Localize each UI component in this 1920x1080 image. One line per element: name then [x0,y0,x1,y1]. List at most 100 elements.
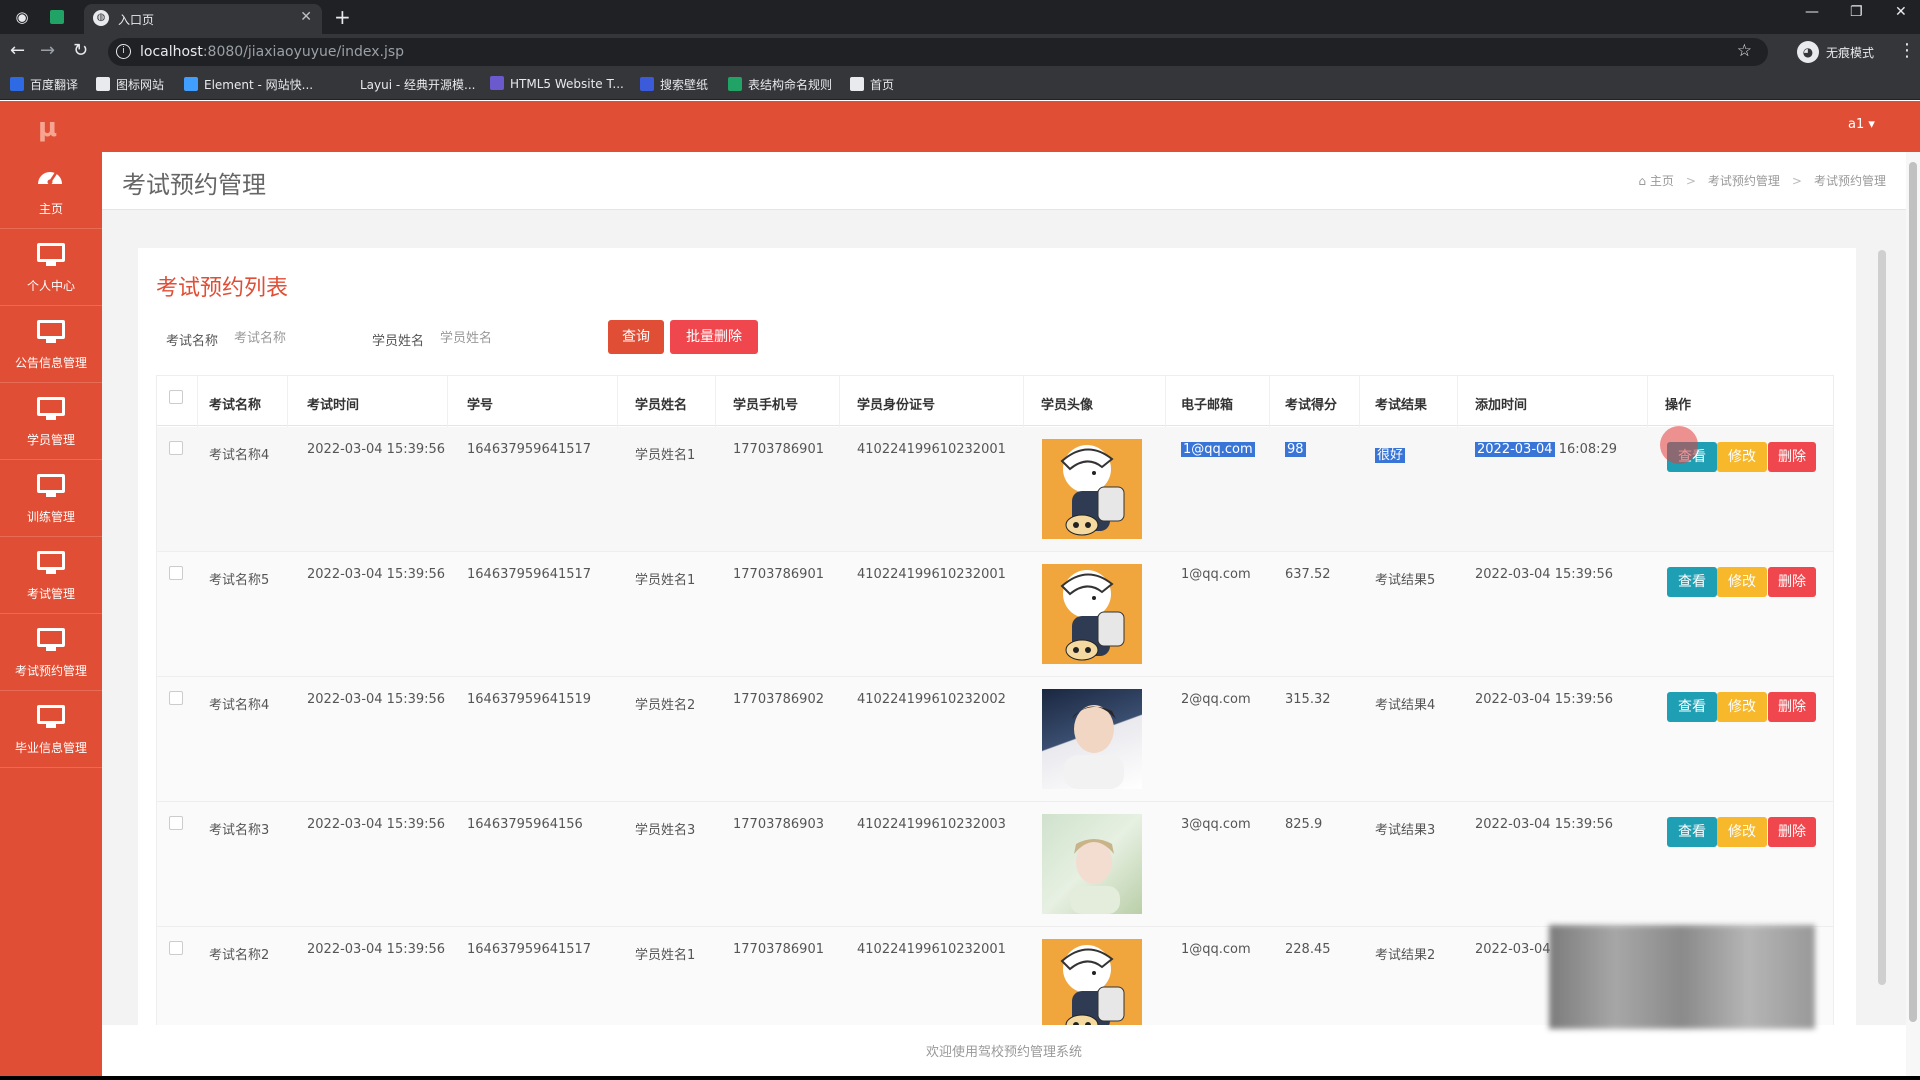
bookmark-item[interactable]: HTML5 Website T... [490,76,624,91]
delete-button[interactable]: 删除 [1768,442,1816,472]
column-header[interactable]: 添加时间 [1475,394,1527,413]
page-header: 考试预约管理 ⌂ 主页 > 考试预约管理 > 考试预约管理 [102,152,1906,210]
sidebar-item[interactable]: 考试管理 [0,537,102,614]
cell-added-time: 2022-03-04 15:39:56 [1475,692,1613,707]
sidebar-label: 考试管理 [26,587,75,601]
sidebar-item[interactable]: 训练管理 [0,460,102,537]
sidebar-item[interactable]: 个人中心 [0,229,102,306]
row-checkbox[interactable] [169,691,183,705]
monitor-icon [37,551,65,575]
globe-icon: ◍ [93,10,109,26]
monitor-icon [37,243,65,267]
app-logo[interactable]: μ [38,113,57,143]
column-header[interactable]: 学员身份证号 [857,394,935,413]
delete-button[interactable]: 删除 [1768,567,1816,597]
column-header[interactable]: 学号 [467,394,493,413]
info-icon[interactable]: i [116,44,131,59]
table-header: 考试名称 考试时间 学号 学员姓名 学员手机号 学员身份证号 学员头像 电子邮箱 考试得分 考试结… [157,376,1833,426]
profile-label[interactable]: 无痕模式 [1826,44,1874,61]
cell-id-card: 410224199610232002 [857,692,1006,707]
row-checkbox[interactable] [169,441,183,455]
row-checkbox[interactable] [169,816,183,830]
content-scrollbar-thumb[interactable] [1878,250,1886,985]
bookmark-item[interactable]: 百度翻译 [10,76,78,93]
cell-exam-name: 考试名称4 [209,698,270,713]
edit-button[interactable]: 修改 [1717,442,1767,472]
bookmark-item[interactable]: 表结构命名规则 [728,76,832,93]
bookmark-item[interactable]: 首页 [850,76,894,93]
query-button[interactable]: 查询 [608,320,664,354]
monitor-icon [37,397,65,421]
breadcrumb-home[interactable]: 主页 [1650,174,1674,188]
sidebar-label: 主页 [38,202,63,216]
sidebar-item[interactable]: 考试预约管理 [0,614,102,691]
bookmark-label: HTML5 Website T... [510,77,624,91]
added-date-text: 2022-03-04 [1475,942,1551,957]
monitor-screen [37,243,65,262]
batch-delete-button[interactable]: 批量删除 [670,320,758,354]
column-header[interactable]: 电子邮箱 [1181,394,1233,413]
content-scrollbar[interactable] [1876,210,1888,1025]
sidebar-item[interactable]: 主页 [0,152,102,229]
monitor-stand [46,493,56,497]
delete-button[interactable]: 删除 [1768,817,1816,847]
view-button[interactable]: 查看 [1667,692,1717,722]
forward-icon[interactable]: → [40,40,55,61]
pinned-tab-icon[interactable] [50,10,64,24]
student-name-input[interactable]: 学员姓名 [440,324,540,354]
select-all-checkbox[interactable] [169,390,183,404]
bookmarks-bar: 百度翻译 图标网站 Element - 网站快... Layui - 经典开源模...… [0,70,1920,100]
column-header[interactable]: 考试结果 [1375,394,1427,413]
close-icon[interactable]: ✕ [300,9,312,25]
restore-icon[interactable]: ❐ [1850,4,1863,20]
row-checkbox[interactable] [169,941,183,955]
page-scrollbar-thumb[interactable] [1909,162,1917,1022]
view-button[interactable]: 查看 [1667,567,1717,597]
edit-button[interactable]: 修改 [1717,817,1767,847]
bookmark-item[interactable]: 图标网站 [96,76,164,93]
exam-name-input[interactable]: 考试名称 [234,324,334,354]
edit-button[interactable]: 修改 [1717,567,1767,597]
column-header[interactable]: 学员头像 [1041,394,1093,413]
new-tab-icon[interactable]: + [334,5,351,29]
column-header[interactable]: 学员姓名 [635,394,687,413]
window-close-icon[interactable]: ✕ [1895,4,1907,20]
back-icon[interactable]: ← [10,40,25,61]
reload-icon[interactable]: ↻ [73,40,88,61]
student-avatar [1042,689,1142,789]
sidebar-item[interactable]: 毕业信息管理 [0,691,102,768]
cell-phone: 17703786901 [733,567,824,582]
column-header[interactable]: 操作 [1665,394,1691,413]
bookmark-item[interactable]: Element - 网站快... [184,76,313,93]
browser-toolbar: ← → ↻ i localhost:8080/jiaxiaoyuyue/inde… [0,34,1920,70]
bookmark-item[interactable]: 搜索壁纸 [640,76,708,93]
tab-active[interactable]: ◍ 入口页 ✕ [84,4,322,34]
column-header[interactable]: 考试时间 [307,394,359,413]
filter-label-exam-name: 考试名称 [166,334,219,349]
address-bar[interactable]: i localhost:8080/jiaxiaoyuyue/index.jsp … [108,38,1768,66]
cell-score: 98 [1285,442,1306,457]
user-menu[interactable]: a1 ▾ [1848,117,1875,132]
page-scrollbar[interactable] [1906,152,1920,1076]
bookmark-star-icon[interactable]: ☆ [1737,41,1752,61]
browser-logo-icon[interactable]: ◉ [12,7,32,27]
edit-button[interactable]: 修改 [1717,692,1767,722]
cell-added-time: 2022-03-04 [1475,942,1551,957]
cell-student-name: 学员姓名1 [635,573,696,588]
row-checkbox[interactable] [169,566,183,580]
view-button[interactable]: 查看 [1667,817,1717,847]
column-header[interactable]: 考试得分 [1285,394,1337,413]
cell-score: 637.52 [1285,567,1331,582]
sidebar-item[interactable]: 学员管理 [0,383,102,460]
breadcrumb-item[interactable]: 考试预约管理 [1708,174,1780,188]
incognito-icon[interactable]: ◕ [1797,41,1819,63]
bookmark-item[interactable]: Layui - 经典开源模... [340,76,475,93]
minimize-icon[interactable]: — [1805,4,1819,20]
table-row: 考试名称4 2022-03-04 15:39:56 164637959641519 学… [157,677,1833,802]
column-header[interactable]: 学员手机号 [733,394,798,413]
column-header[interactable]: 考试名称 [209,394,261,413]
cell-id-card: 410224199610232001 [857,942,1006,957]
delete-button[interactable]: 删除 [1768,692,1816,722]
browser-menu-icon[interactable]: ⋮ [1898,40,1916,61]
sidebar-item[interactable]: 公告信息管理 [0,306,102,383]
